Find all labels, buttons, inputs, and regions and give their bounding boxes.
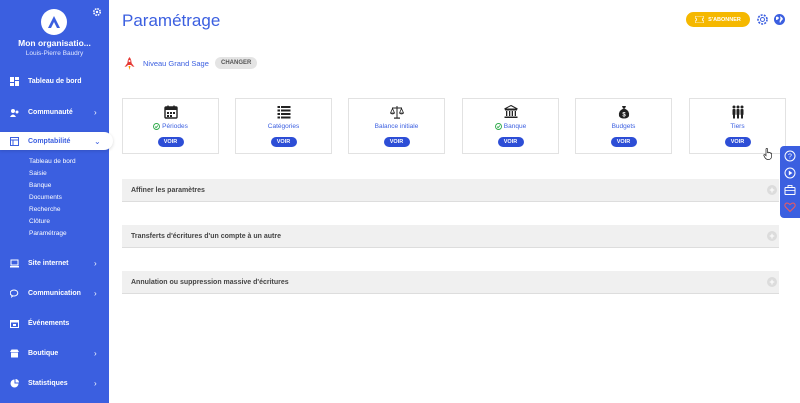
plus-icon[interactable]: + xyxy=(767,231,777,241)
voir-banque-button[interactable]: VOIR xyxy=(497,137,524,147)
plus-icon[interactable]: + xyxy=(767,185,777,195)
ticket-icon xyxy=(695,16,705,23)
chevron-down-icon: ⌄ xyxy=(94,136,101,146)
card-label: Budgets xyxy=(611,123,636,130)
people-icon xyxy=(732,105,743,119)
plus-icon[interactable]: + xyxy=(767,277,777,287)
voir-budgets-button[interactable]: VOIR xyxy=(610,137,637,147)
card-label: Catégories xyxy=(267,123,300,130)
dashboard-icon xyxy=(10,76,19,86)
change-level-button[interactable]: CHANGER xyxy=(215,57,258,69)
chevron-right-icon: › xyxy=(94,288,97,298)
sidebar-item-label: Statistiques xyxy=(28,379,68,387)
card-label: Tiers xyxy=(730,123,745,130)
card-budgets: $ Budgets VOIR xyxy=(575,98,672,154)
subnav-parametrage[interactable]: Paramétrage xyxy=(29,230,67,237)
card-label: Périodes xyxy=(162,123,188,130)
heart-icon[interactable] xyxy=(784,201,796,213)
card-categories: Catégories VOIR xyxy=(235,98,332,154)
globe-icon[interactable] xyxy=(773,13,786,26)
app-logo-icon[interactable] xyxy=(41,9,67,35)
sidebar-item-label: Événements xyxy=(28,319,70,327)
chevron-right-icon: › xyxy=(94,258,97,268)
chat-icon xyxy=(10,289,19,298)
subnav-documents[interactable]: Documents xyxy=(29,194,62,201)
money-bag-icon: $ xyxy=(618,106,629,119)
play-icon[interactable] xyxy=(784,167,796,179)
card-balance-initiale: Balance initiale VOIR xyxy=(348,98,445,154)
sidebar-item-boutique[interactable]: Boutique › xyxy=(0,344,109,362)
card-periodes: Périodes VOIR xyxy=(122,98,219,154)
panel-title: Transferts d'écritures d'un compte à un … xyxy=(131,232,281,240)
stats-icon xyxy=(10,378,19,388)
scale-icon xyxy=(389,106,404,119)
subnav-tableau-de-bord[interactable]: Tableau de bord xyxy=(29,158,76,165)
voir-balance-initiale-button[interactable]: VOIR xyxy=(383,137,410,147)
chevron-right-icon: › xyxy=(94,378,97,388)
calendar-icon xyxy=(163,105,178,119)
panel-affiner-parametres[interactable]: Affiner les paramètres + xyxy=(122,179,779,202)
page-title: Paramétrage xyxy=(122,11,221,30)
subnav-cloture[interactable]: Clôture xyxy=(29,218,50,225)
panel-annulation-suppression[interactable]: Annulation ou suppression massive d'écri… xyxy=(122,271,779,294)
briefcase-icon[interactable] xyxy=(784,184,796,196)
help-icon[interactable]: ? xyxy=(784,150,796,162)
subnav-recherche[interactable]: Recherche xyxy=(29,206,60,213)
level-name: Niveau Grand Sage xyxy=(143,59,209,68)
subscribe-button[interactable]: S'ABONNER xyxy=(686,12,750,27)
voir-periodes-button[interactable]: VOIR xyxy=(157,137,184,147)
card-label: Banque xyxy=(503,123,527,130)
subnav-banque[interactable]: Banque xyxy=(29,182,51,189)
list-icon xyxy=(277,106,290,119)
card-label: Balance initiale xyxy=(374,123,419,130)
sidebar-item-tableau-de-bord[interactable]: Tableau de bord xyxy=(0,72,109,90)
hand-cursor-icon xyxy=(763,148,772,160)
card-tiers: Tiers VOIR xyxy=(689,98,786,154)
sidebar-item-label: Communauté xyxy=(28,108,73,116)
sidebar-item-label: Comptabilité xyxy=(28,137,71,145)
sidebar-item-communication[interactable]: Communication › xyxy=(0,284,109,302)
card-banque: Banque VOIR xyxy=(462,98,559,154)
sidebar-item-evenements[interactable]: Événements xyxy=(0,314,109,332)
voir-categories-button[interactable]: VOIR xyxy=(270,137,297,147)
floating-toolbar: ? xyxy=(780,146,800,218)
rocket-icon xyxy=(124,57,135,70)
shop-icon xyxy=(10,349,19,358)
sidebar-item-label: Tableau de bord xyxy=(28,77,82,85)
sidebar-item-label: Site internet xyxy=(28,259,69,267)
accounting-icon xyxy=(10,136,19,146)
sidebar-item-communaute[interactable]: Communauté › xyxy=(0,103,109,121)
sidebar: Mon organisatio... Louis-Pierre Baudry T… xyxy=(0,0,113,403)
subnav-saisie[interactable]: Saisie xyxy=(29,170,47,177)
voir-tiers-button[interactable]: VOIR xyxy=(724,137,751,147)
chevron-right-icon: › xyxy=(94,107,97,117)
settings-gear-icon[interactable] xyxy=(92,7,102,17)
panel-title: Affiner les paramètres xyxy=(131,186,205,194)
panel-transferts-ecritures[interactable]: Transferts d'écritures d'un compte à un … xyxy=(122,225,779,248)
laptop-icon xyxy=(10,259,19,268)
sidebar-item-statistiques[interactable]: Statistiques › xyxy=(0,374,109,392)
sidebar-item-site-internet[interactable]: Site internet › xyxy=(0,254,109,272)
check-circle-icon xyxy=(153,123,161,130)
user-name: Louis-Pierre Baudry xyxy=(25,50,84,57)
sidebar-item-label: Communication xyxy=(28,289,81,297)
bank-icon xyxy=(503,105,518,118)
community-icon xyxy=(10,108,19,117)
svg-text:?: ? xyxy=(788,154,792,161)
sidebar-item-label: Boutique xyxy=(28,349,59,357)
chevron-right-icon: › xyxy=(94,348,97,358)
sidebar-item-comptabilite[interactable]: Comptabilité ⌄ xyxy=(0,132,113,150)
subscribe-label: S'ABONNER xyxy=(708,16,741,23)
panel-title: Annulation ou suppression massive d'écri… xyxy=(131,278,289,286)
organization-name[interactable]: Mon organisatio... xyxy=(0,38,109,48)
check-circle-icon xyxy=(494,123,502,130)
calendar-icon xyxy=(10,319,19,328)
settings-icon[interactable] xyxy=(756,13,769,26)
